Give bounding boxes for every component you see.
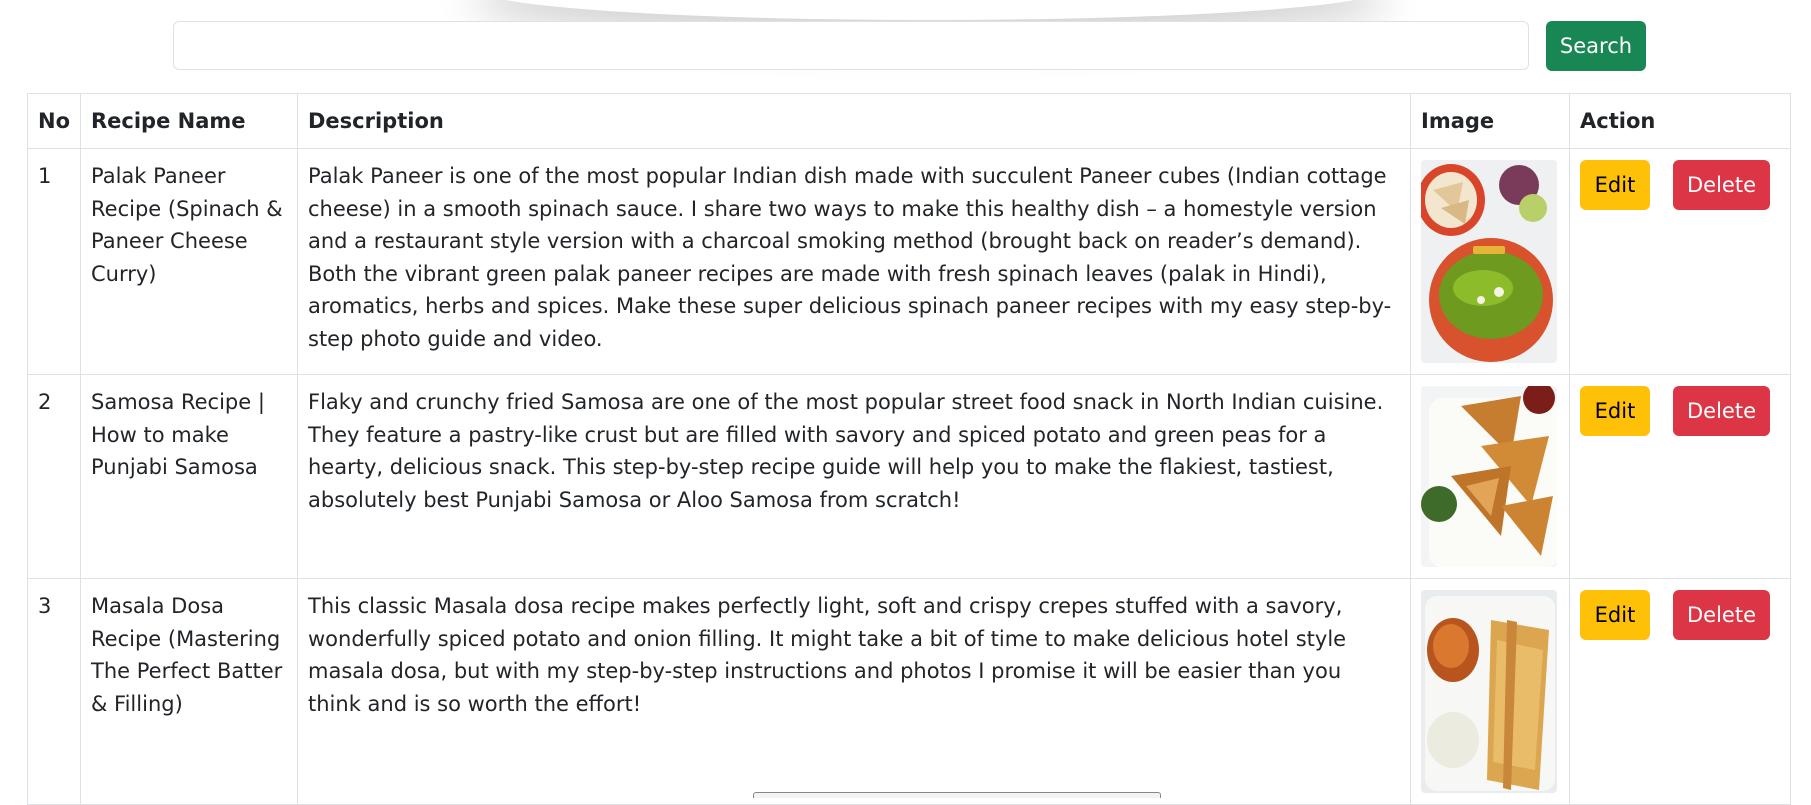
recipe-description: Palak Paneer is one of the most popular …	[297, 148, 1411, 375]
table-row: 3 Masala Dosa Recipe (Mastering The Perf…	[27, 578, 1791, 805]
header-image: Image	[1410, 93, 1570, 149]
masala-dosa-photo	[1421, 590, 1557, 793]
recipe-name: Masala Dosa Recipe (Mastering The Perfec…	[80, 578, 298, 805]
header-action: Action	[1569, 93, 1791, 149]
header-no: No	[27, 93, 81, 149]
table-header-row: No Recipe Name Description Image Action	[27, 93, 1791, 149]
recipe-image-cell	[1410, 374, 1570, 579]
search-bar: Search	[173, 21, 1649, 71]
search-button[interactable]: Search	[1546, 21, 1646, 71]
search-input[interactable]	[173, 21, 1529, 70]
samosa-photo	[1421, 386, 1557, 567]
edit-button[interactable]: Edit	[1580, 160, 1650, 210]
palak-paneer-photo	[1421, 160, 1557, 363]
recipes-table: No Recipe Name Description Image Action …	[27, 93, 1791, 805]
table-row: 2 Samosa Recipe | How to make Punjabi Sa…	[27, 374, 1791, 579]
recipe-name: Samosa Recipe | How to make Punjabi Samo…	[80, 374, 298, 579]
header-recipe-name: Recipe Name	[80, 93, 298, 149]
delete-button[interactable]: Delete	[1673, 160, 1770, 210]
row-number: 3	[27, 578, 81, 805]
recipe-description: Flaky and crunchy fried Samosa are one o…	[297, 374, 1411, 579]
horizontal-scrollbar[interactable]	[753, 792, 1161, 798]
delete-button[interactable]: Delete	[1673, 590, 1770, 640]
recipe-image-cell	[1410, 578, 1570, 805]
header-shadow	[480, 0, 1380, 20]
row-number: 1	[27, 148, 81, 375]
action-cell: Edit Delete	[1569, 578, 1791, 805]
table-row: 1 Palak Paneer Recipe (Spinach & Paneer …	[27, 148, 1791, 375]
delete-button[interactable]: Delete	[1673, 386, 1770, 436]
recipe-name: Palak Paneer Recipe (Spinach & Paneer Ch…	[80, 148, 298, 375]
edit-button[interactable]: Edit	[1580, 386, 1650, 436]
recipe-description: This classic Masala dosa recipe makes pe…	[297, 578, 1411, 805]
header-description: Description	[297, 93, 1411, 149]
row-number: 2	[27, 374, 81, 579]
recipe-image-cell	[1410, 148, 1570, 375]
action-cell: Edit Delete	[1569, 374, 1791, 579]
edit-button[interactable]: Edit	[1580, 590, 1650, 640]
action-cell: Edit Delete	[1569, 148, 1791, 375]
